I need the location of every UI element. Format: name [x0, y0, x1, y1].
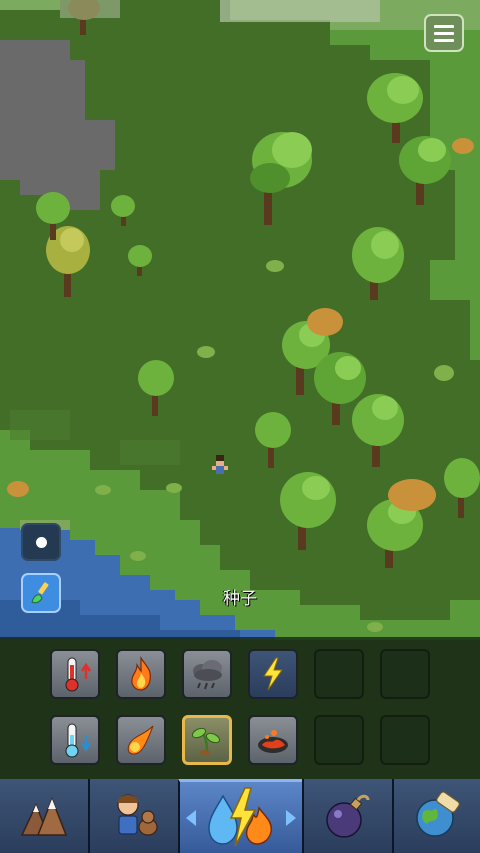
- villager-dog-icon: [117, 794, 158, 836]
- grass-patch: [10, 410, 70, 440]
- power-heat-up-button[interactable]: [50, 649, 100, 699]
- bush: [95, 485, 111, 495]
- menu-button[interactable]: [424, 14, 464, 52]
- tab-scroll-left-icon[interactable]: [186, 810, 196, 826]
- category-tab-bar: [0, 779, 480, 853]
- bush: [307, 308, 343, 336]
- bush: [452, 138, 474, 154]
- power-fireball-button[interactable]: [116, 715, 166, 765]
- tab-world[interactable]: [392, 779, 480, 853]
- tab-powers[interactable]: [178, 779, 302, 853]
- power-lava-button[interactable]: [248, 715, 298, 765]
- bush: [197, 346, 215, 358]
- bush: [130, 551, 146, 561]
- globe-scroll-icon: [416, 791, 460, 837]
- mountains-icon: [20, 796, 68, 836]
- fire-icon: [131, 655, 151, 691]
- power-rain-cloud-button[interactable]: [182, 649, 232, 699]
- power-slot-empty: [314, 649, 364, 699]
- power-slot-empty: [314, 715, 364, 765]
- brush-size-button[interactable]: [21, 523, 61, 561]
- power-seed-button[interactable]: [182, 715, 232, 765]
- brush-size-dot-icon: [35, 536, 47, 548]
- selected-tool-label: 种子: [223, 589, 257, 609]
- tab-terrain[interactable]: [0, 779, 88, 853]
- tab-scroll-right-icon[interactable]: [286, 810, 296, 826]
- tab-creatures[interactable]: [88, 779, 178, 853]
- fireball-icon: [127, 725, 154, 755]
- rain-cloud-icon: [193, 660, 222, 690]
- thermometer-up-icon: [65, 657, 92, 692]
- grass-patch: [120, 440, 180, 465]
- bush: [166, 483, 182, 493]
- powers-panel: [0, 637, 480, 779]
- power-cool-down-button[interactable]: [50, 715, 100, 765]
- bush: [388, 479, 436, 511]
- power-lightning-button[interactable]: [248, 649, 298, 699]
- power-fire-button[interactable]: [116, 649, 166, 699]
- seed-sprout-icon: [191, 727, 221, 756]
- tab-bombs[interactable]: [302, 779, 392, 853]
- bomb-icon: [326, 794, 370, 838]
- power-slot-empty: [380, 715, 430, 765]
- lava-icon: [258, 730, 288, 753]
- bush: [7, 481, 29, 497]
- world-map[interactable]: [0, 0, 480, 640]
- bush: [434, 365, 454, 381]
- menu-icon: [434, 24, 454, 28]
- drop-lightning-fire-icon: [208, 786, 273, 846]
- thermometer-down-icon: [65, 723, 92, 758]
- bush: [266, 260, 284, 272]
- power-slot-empty: [380, 649, 430, 699]
- bush: [367, 622, 383, 632]
- lightning-icon: [263, 657, 283, 691]
